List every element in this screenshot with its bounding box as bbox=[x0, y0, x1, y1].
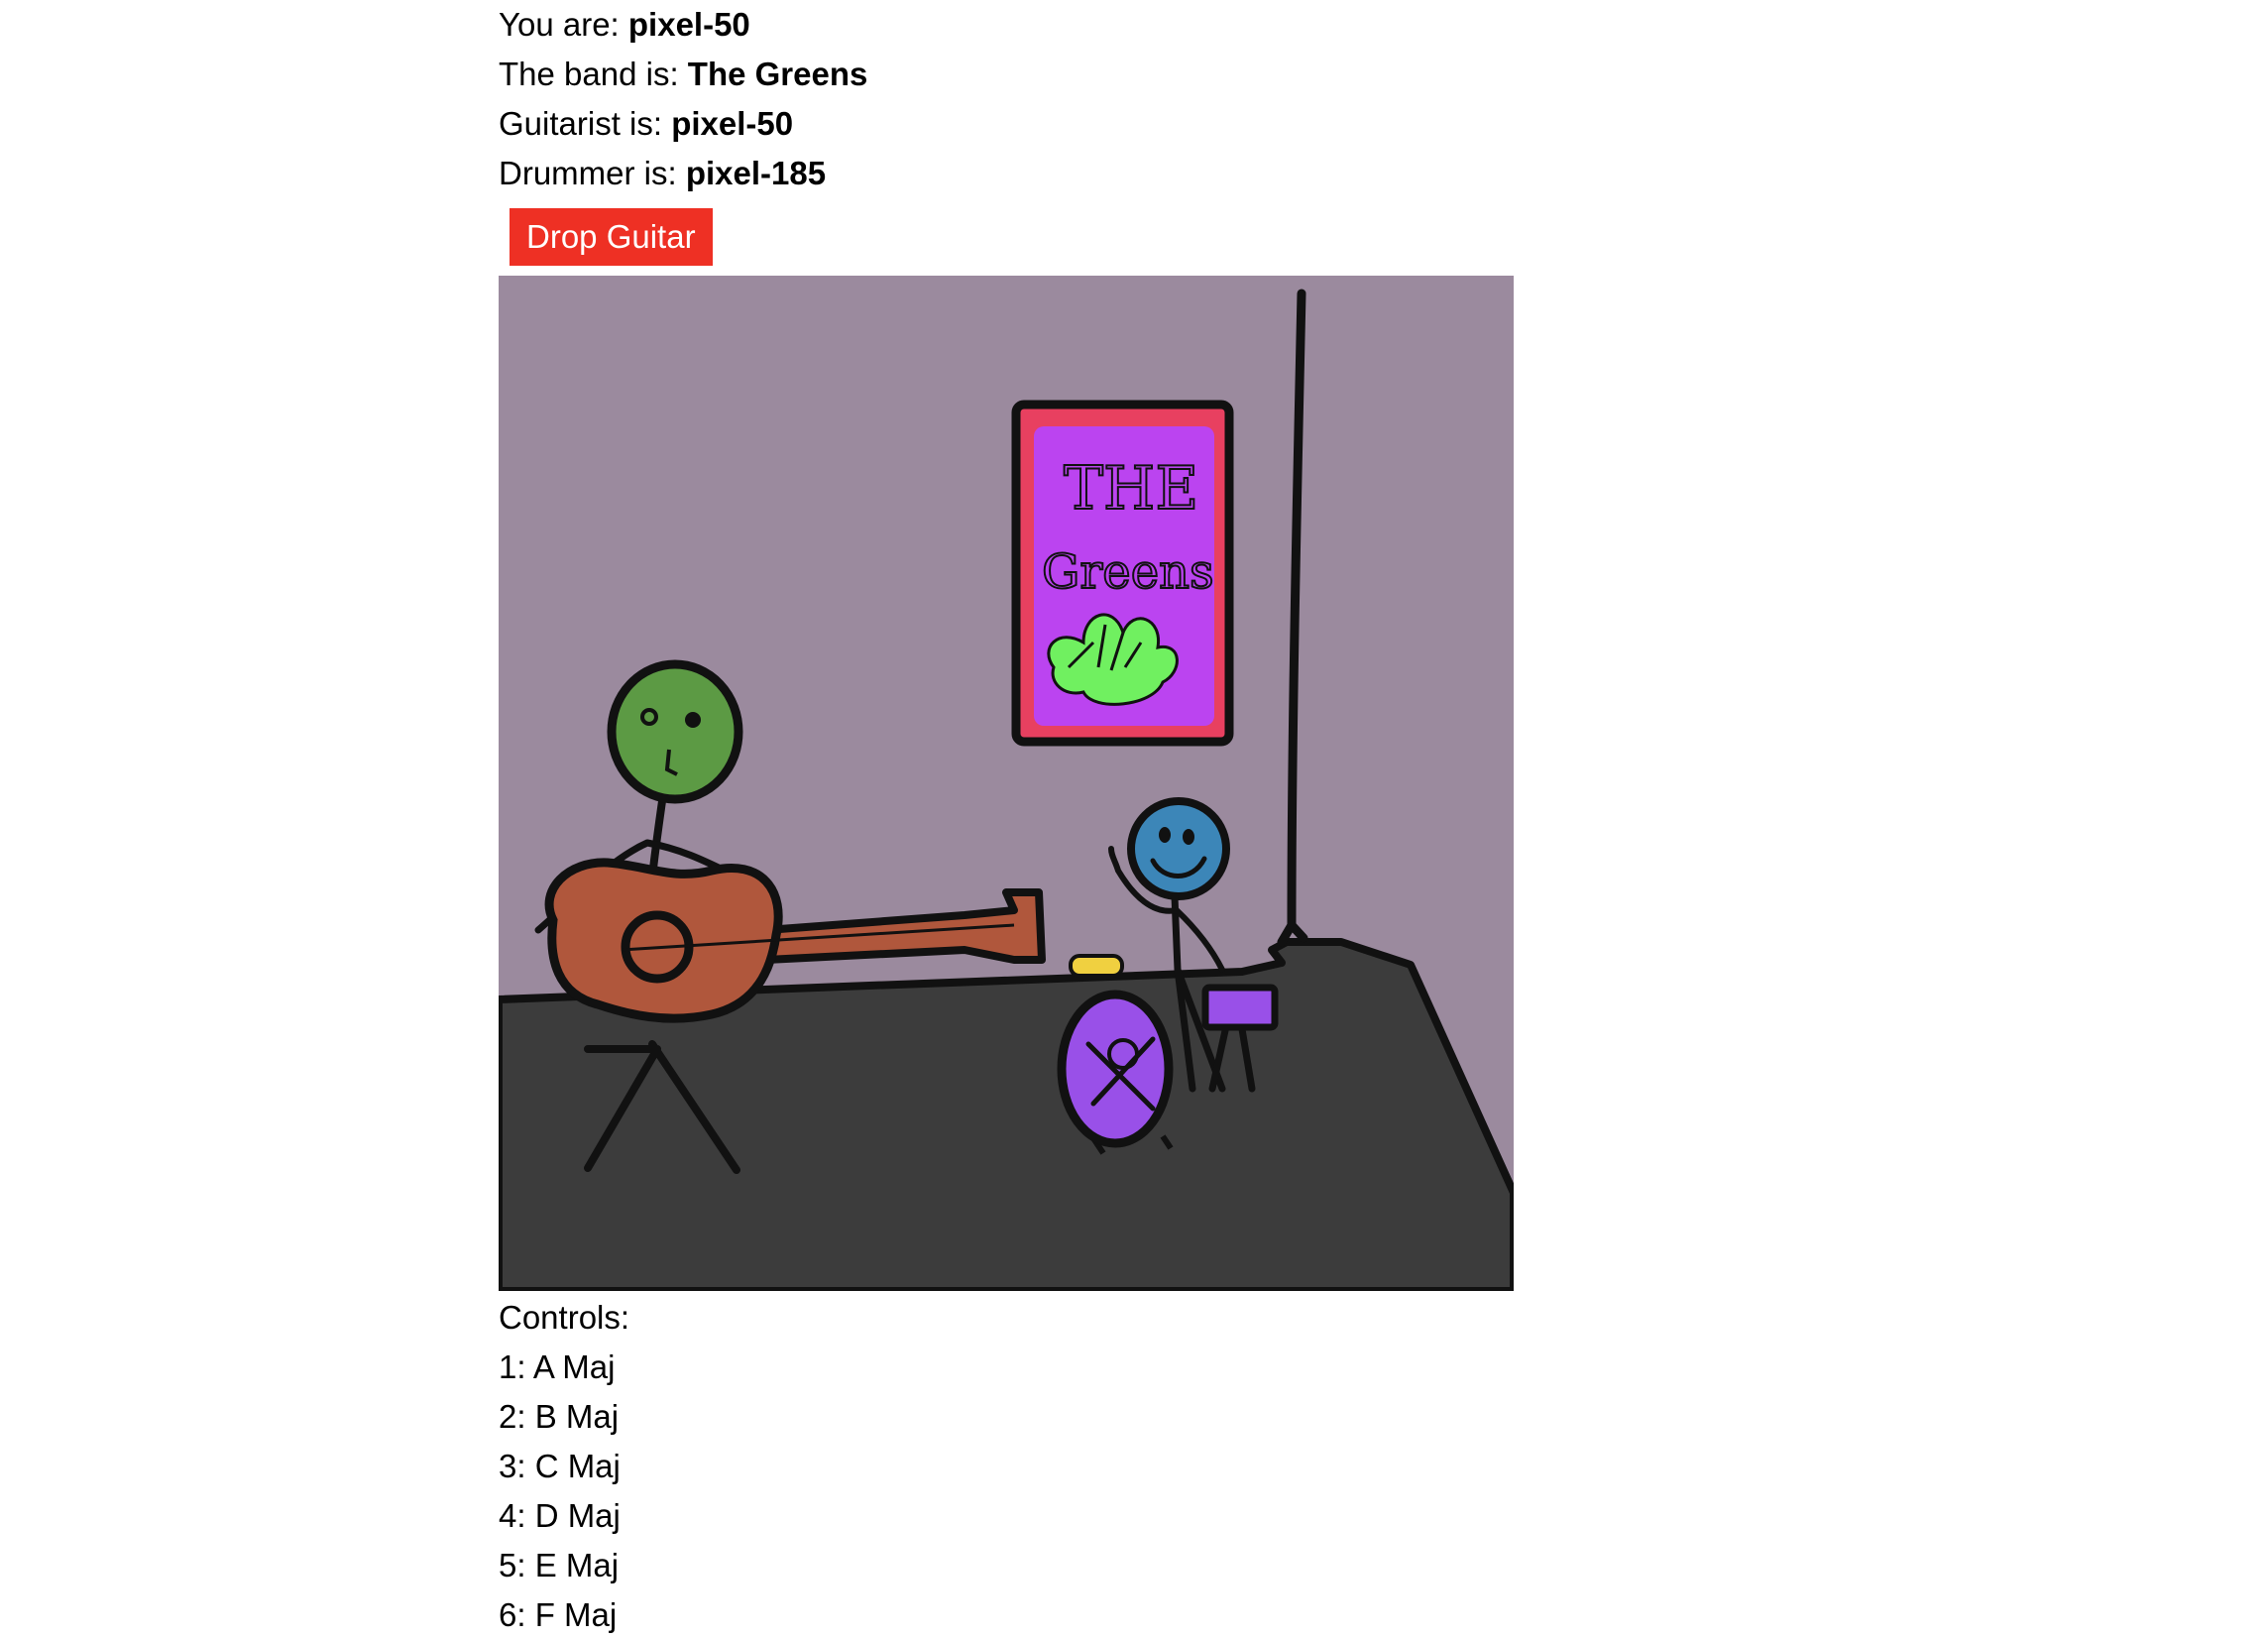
drummer-info: Drummer is: pixel-185 bbox=[499, 149, 1514, 198]
control-item: 5: E Maj bbox=[499, 1547, 620, 1583]
drummer-name: pixel-185 bbox=[685, 155, 827, 191]
drop-guitar-button[interactable]: Drop Guitar bbox=[510, 208, 713, 266]
controls-list: Controls: 1: A Maj 2: B Maj 3: C Maj 4: … bbox=[499, 1293, 1514, 1640]
player-label: You are: bbox=[499, 6, 628, 43]
band-poster: THE Greens bbox=[1011, 400, 1234, 747]
band-label: The band is: bbox=[499, 56, 688, 92]
band-info: The band is: The Greens bbox=[499, 50, 1514, 99]
drummer-eye-right bbox=[1183, 829, 1194, 845]
controls-heading: Controls: bbox=[499, 1299, 630, 1336]
guitarist-eye-right bbox=[685, 712, 701, 728]
player-info: You are: pixel-50 bbox=[499, 0, 1514, 50]
guitarist-name: pixel-50 bbox=[671, 105, 794, 142]
drummer-head bbox=[1127, 797, 1230, 900]
guitarist-info: Guitarist is: pixel-50 bbox=[499, 99, 1514, 149]
control-item: 6: F Maj bbox=[499, 1596, 618, 1633]
band-name: The Greens bbox=[687, 56, 868, 92]
control-item: 2: B Maj bbox=[499, 1398, 620, 1435]
snare-drum bbox=[1201, 984, 1279, 1031]
control-item: 3: C Maj bbox=[499, 1448, 621, 1484]
poster-title: THE bbox=[1064, 454, 1198, 524]
cymbal bbox=[1069, 954, 1124, 978]
guitarist-head bbox=[607, 659, 743, 804]
game-panel: You are: pixel-50 The band is: The Green… bbox=[499, 0, 1514, 1640]
drummer-eye-left bbox=[1159, 827, 1171, 843]
poster-subtitle: Greens bbox=[1042, 544, 1214, 600]
control-item: 4: D Maj bbox=[499, 1497, 621, 1534]
guitarist-label: Guitarist is: bbox=[499, 105, 672, 142]
player-name: pixel-50 bbox=[627, 6, 750, 43]
guitar-body bbox=[544, 858, 783, 1023]
control-item: 1: A Maj bbox=[499, 1348, 616, 1385]
game-canvas[interactable]: THE Greens bbox=[499, 276, 1514, 1291]
drummer-label: Drummer is: bbox=[499, 155, 686, 191]
